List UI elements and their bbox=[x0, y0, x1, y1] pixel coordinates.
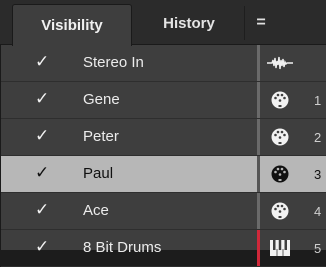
track-name: Paul bbox=[83, 165, 114, 182]
track-number: 4 bbox=[314, 204, 322, 219]
track-number: 3 bbox=[314, 167, 322, 182]
track-number: 5 bbox=[314, 241, 322, 256]
visibility-checkmark[interactable]: ✓ bbox=[35, 52, 49, 72]
track-divider bbox=[257, 156, 260, 192]
visibility-checkmark[interactable]: ✓ bbox=[35, 163, 49, 183]
visibility-panel: Visibility History = ✓ Stereo In ✓ Gene bbox=[0, 0, 326, 267]
track-number: 1 bbox=[314, 93, 322, 108]
track-name: Peter bbox=[83, 128, 119, 145]
track-divider bbox=[257, 119, 260, 155]
track-number: 2 bbox=[314, 130, 322, 145]
track-row-stereo-in[interactable]: ✓ Stereo In bbox=[1, 45, 326, 82]
midi-port-icon bbox=[265, 88, 295, 112]
track-color-strip bbox=[257, 230, 260, 266]
instrument-keyboard-icon bbox=[265, 236, 295, 260]
tab-history[interactable]: History bbox=[134, 6, 245, 40]
track-divider bbox=[257, 82, 260, 118]
track-divider bbox=[257, 45, 260, 81]
track-row-paul[interactable]: ✓ Paul 3 bbox=[1, 156, 326, 193]
audio-waveform-icon bbox=[265, 51, 295, 75]
track-name: Gene bbox=[83, 91, 120, 108]
track-row-ace[interactable]: ✓ Ace 4 bbox=[1, 193, 326, 230]
track-name: Stereo In bbox=[83, 54, 144, 71]
midi-port-icon bbox=[265, 125, 295, 149]
tab-bar: Visibility History = bbox=[0, 0, 326, 46]
track-row-8-bit-drums[interactable]: ✓ 8 Bit Drums 5 bbox=[1, 230, 326, 267]
visibility-checkmark[interactable]: ✓ bbox=[35, 126, 49, 146]
visibility-checkmark[interactable]: ✓ bbox=[35, 237, 49, 257]
track-name: Ace bbox=[83, 202, 109, 219]
track-divider bbox=[257, 193, 260, 229]
visibility-checkmark[interactable]: ✓ bbox=[35, 200, 49, 220]
tab-visibility[interactable]: Visibility bbox=[12, 4, 132, 46]
track-name: 8 Bit Drums bbox=[83, 239, 162, 256]
midi-port-icon bbox=[265, 199, 295, 223]
track-row-gene[interactable]: ✓ Gene 1 bbox=[1, 82, 326, 119]
midi-port-icon bbox=[265, 162, 295, 186]
visibility-checkmark[interactable]: ✓ bbox=[35, 89, 49, 109]
tab-menu-button[interactable]: = bbox=[248, 6, 274, 40]
track-list: ✓ Stereo In ✓ Gene 1 ✓ Peter 2 ✓ Paul 3 … bbox=[0, 45, 326, 267]
track-row-peter[interactable]: ✓ Peter 2 bbox=[1, 119, 326, 156]
